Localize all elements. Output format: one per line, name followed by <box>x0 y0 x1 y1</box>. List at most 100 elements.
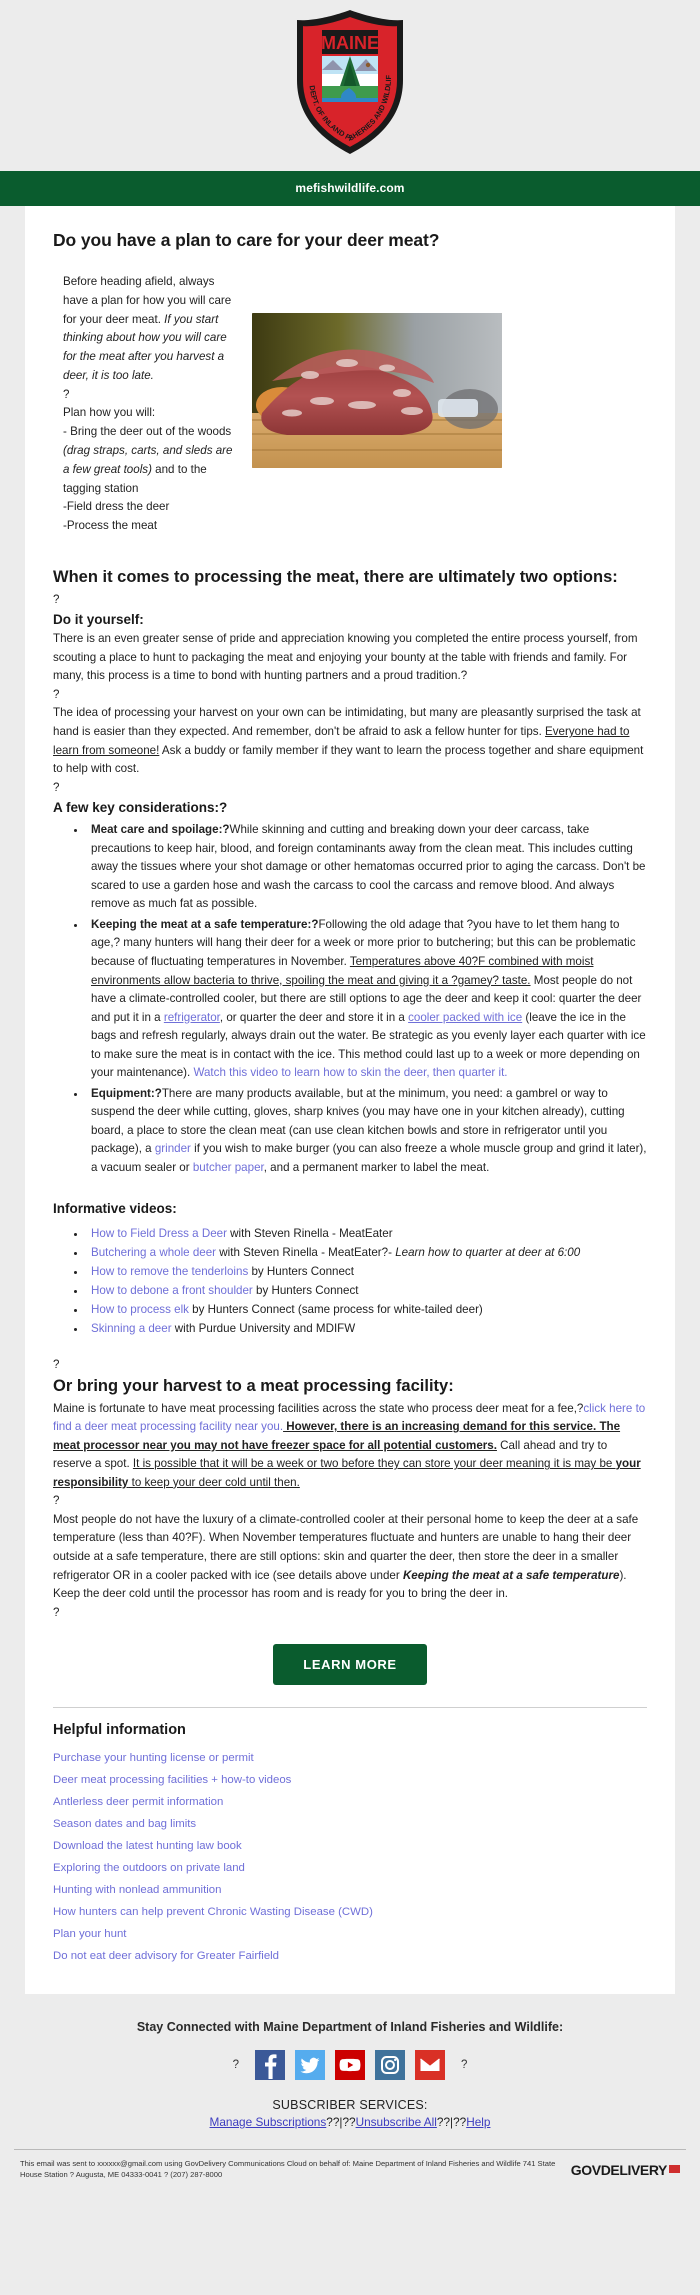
video-item: Butchering a whole deer with Steven Rine… <box>87 1243 647 1262</box>
plan-label: Plan how you will: <box>63 406 156 420</box>
video-after: by Hunters Connect (same process for whi… <box>188 1303 483 1317</box>
unsubscribe-all-link[interactable]: Unsubscribe All <box>356 2115 437 2129</box>
helpful-link[interactable]: Purchase your hunting license or permit <box>53 1752 254 1764</box>
video-link[interactable]: How to process elk <box>91 1303 189 1316</box>
list-item: How hunters can help prevent Chronic Was… <box>53 1902 647 1920</box>
instagram-icon[interactable] <box>375 2050 405 2081</box>
link-grinder[interactable]: grinder <box>155 1142 191 1155</box>
video-link[interactable]: How to debone a front shoulder <box>91 1284 253 1297</box>
facility-p1-a: Maine is fortunate to have meat processi… <box>53 1401 584 1415</box>
plan-bullet-1-italic: (drag straps, carts, and sleds are a few… <box>63 444 233 476</box>
consideration-equipment: Equipment:?There are many products avail… <box>87 1085 647 1178</box>
link-refrigerator[interactable]: refrigerator <box>164 1011 220 1024</box>
section-two-options-heading: When it comes to processing the meat, th… <box>53 567 618 586</box>
legal-text: This email was sent to xxxxxx@gmail.com … <box>20 2159 556 2180</box>
help-link[interactable]: Help <box>466 2115 490 2129</box>
video-after: with Purdue University and MDIFW <box>171 1322 356 1336</box>
intro-block: Before heading afield, always have a pla… <box>53 273 647 536</box>
envelope-icon <box>669 2165 680 2174</box>
q-mid-1: ? <box>53 687 60 701</box>
learn-more-button[interactable]: LEARN MORE <box>273 1644 427 1686</box>
link-butcher-paper[interactable]: butcher paper <box>193 1161 264 1174</box>
link-cooler-packed-with-ice[interactable]: cooler packed with ice <box>408 1011 522 1024</box>
facebook-icon[interactable] <box>255 2050 285 2081</box>
list-item: Season dates and bag limits <box>53 1814 647 1832</box>
plan-bullet-1-a: - Bring the deer out of the woods <box>63 425 232 439</box>
email-body: Do you have a plan to care for your deer… <box>25 206 675 1995</box>
email-icon[interactable] <box>415 2050 445 2081</box>
video-after: with Steven Rinella - MeatEater?- <box>216 1245 396 1259</box>
logo-band: MAINE DEPT. OF INLAND FISHERIES AND WILD… <box>0 0 700 171</box>
facility-paragraph-2: Most people do not have the luxury of a … <box>53 1511 647 1604</box>
video-link[interactable]: How to remove the tenderloins <box>91 1265 248 1278</box>
facility-p1-u2: It is possible that it will be a week or… <box>132 1457 616 1471</box>
video-item: How to remove the tenderloins by Hunters… <box>87 1262 647 1281</box>
video-link[interactable]: Butchering a whole deer <box>91 1246 216 1259</box>
maine-difw-seal-icon: MAINE DEPT. OF INLAND FISHERIES AND WILD… <box>287 1 411 156</box>
helpful-link[interactable]: Season dates and bag limits <box>53 1818 196 1830</box>
sep-1: ??|?? <box>326 2115 356 2130</box>
diy-paragraph-1: There is an even greater sense of pride … <box>53 632 638 683</box>
helpful-link[interactable]: Plan your hunt <box>53 1928 126 1940</box>
footer-q-right: ? <box>461 2059 468 2072</box>
twitter-icon[interactable] <box>295 2050 325 2081</box>
govdelivery-wordmark: GOVDELIVERY <box>570 2162 668 2179</box>
list-item: Download the latest hunting law book <box>53 1836 647 1854</box>
helpful-link[interactable]: Do not eat deer advisory for Greater Fai… <box>53 1950 279 1962</box>
intro-paragraph: Before heading afield, always have a pla… <box>63 273 238 386</box>
video-link[interactable]: How to Field Dress a Deer <box>91 1227 227 1240</box>
sep-2: ??|?? <box>436 2115 467 2130</box>
page-title: Do you have a plan to care for your deer… <box>53 230 440 250</box>
equipment-part3: , and a permanent marker to label the me… <box>263 1161 490 1175</box>
divider <box>53 1707 647 1709</box>
list-item: Hunting with nonlead ammunition <box>53 1880 647 1898</box>
subscriber-services: SUBSCRIBER SERVICES: Manage Subscription… <box>0 2098 700 2133</box>
facility-p2-bold-italic: Keeping the meat at a safe temperature <box>402 1568 620 1582</box>
q-after-options: ? <box>53 592 60 606</box>
videos-heading: Informative videos: <box>53 1200 177 1216</box>
youtube-icon[interactable] <box>335 2050 365 2081</box>
link-skin-quarter-video[interactable]: Watch this video to learn how to skin th… <box>193 1066 507 1079</box>
helpful-link[interactable]: Antlerless deer permit information <box>53 1796 223 1808</box>
consideration-meat-care-label: Meat care and spoilage:? <box>91 823 230 837</box>
helpful-link[interactable]: Download the latest hunting law book <box>53 1840 242 1852</box>
video-item: Skinning a deer with Purdue University a… <box>87 1319 647 1338</box>
helpful-link[interactable]: How hunters can help prevent Chronic Was… <box>53 1906 373 1918</box>
facility-paragraph-1: Maine is fortunate to have meat processi… <box>53 1400 647 1493</box>
video-after: with Steven Rinella - MeatEater <box>226 1226 393 1240</box>
list-item: Antlerless deer permit information <box>53 1792 647 1810</box>
plan-bullet-3: -Process the meat <box>63 519 158 533</box>
q-before-facility: ? <box>53 1358 60 1372</box>
consideration-meat-care-text: While skinning and cutting and breaking … <box>91 823 646 911</box>
helpful-links-list: Purchase your hunting license or permit … <box>53 1748 647 1964</box>
diy-paragraph-2: The idea of processing your harvest on y… <box>53 704 647 778</box>
video-item: How to Field Dress a Deer with Steven Ri… <box>87 1224 647 1243</box>
footer-q-left: ? <box>232 2059 239 2072</box>
video-link[interactable]: Skinning a deer <box>91 1322 172 1335</box>
list-item: Exploring the outdoors on private land <box>53 1858 647 1876</box>
list-item: Plan your hunt <box>53 1924 647 1942</box>
manage-subscriptions-link[interactable]: Manage Subscriptions <box>210 2115 327 2129</box>
q-end: ? <box>53 1605 60 1619</box>
cta-wrap: LEARN MORE <box>53 1644 647 1686</box>
helpful-link[interactable]: Deer meat processing facilities + how-to… <box>53 1774 291 1786</box>
plan-bullet-2: -Field dress the deer <box>63 500 170 514</box>
deer-meat-photo <box>252 313 502 468</box>
website-band[interactable]: mefishwildlife.com <box>0 171 700 206</box>
footer: Stay Connected with Maine Department of … <box>0 1994 700 2197</box>
facility-p1-u3: to keep your deer cold until then. <box>128 1475 300 1489</box>
plan-bullet-1: - Bring the deer out of the woods (drag … <box>63 423 238 498</box>
consideration-meat-care: Meat care and spoilage:?While skinning a… <box>87 821 647 914</box>
video-after: by Hunters Connect <box>252 1283 359 1297</box>
video-item: How to debone a front shoulder by Hunter… <box>87 1281 647 1300</box>
helpful-link[interactable]: Exploring the outdoors on private land <box>53 1862 245 1874</box>
q-mid-2: ? <box>53 780 60 794</box>
list-item: Do not eat deer advisory for Greater Fai… <box>53 1946 647 1964</box>
intro-text: Before heading afield, always have a pla… <box>53 273 238 536</box>
helpful-link[interactable]: Hunting with nonlead ammunition <box>53 1884 221 1896</box>
govdelivery-logo: GOVDELIVERY <box>571 2158 680 2180</box>
diy-heading: Do it yourself: <box>53 612 144 628</box>
website-label: mefishwildlife.com <box>295 181 405 195</box>
videos-list: How to Field Dress a Deer with Steven Ri… <box>53 1224 647 1339</box>
list-item: Purchase your hunting license or permit <box>53 1748 647 1766</box>
